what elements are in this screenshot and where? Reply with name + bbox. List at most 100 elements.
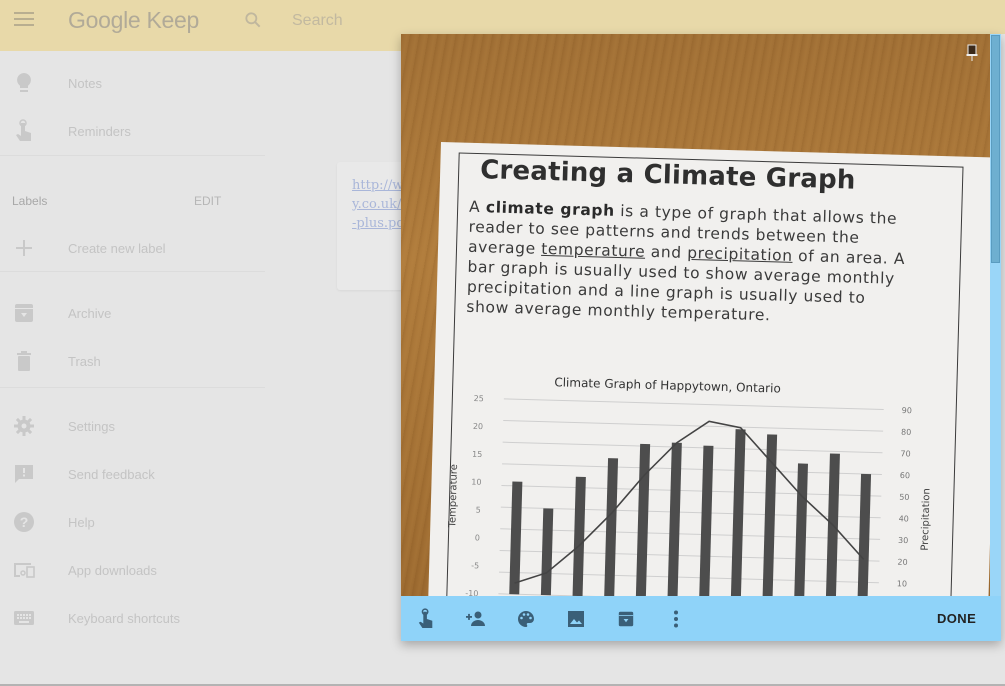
y2-tick-label: 50 bbox=[899, 493, 909, 502]
y-tick-label: 15 bbox=[472, 450, 482, 459]
sidebar-item-label: Trash bbox=[68, 353, 101, 369]
collaborator-button[interactable] bbox=[464, 607, 488, 631]
lightbulb-icon bbox=[12, 71, 36, 95]
y-tick-label: 20 bbox=[473, 422, 483, 431]
top-bar-right bbox=[945, 0, 1005, 34]
add-image-button[interactable] bbox=[564, 607, 588, 631]
sidebar-item-notes[interactable]: Notes bbox=[0, 63, 280, 103]
sidebar-divider bbox=[0, 387, 265, 388]
y2-tick-label: 10 bbox=[897, 579, 907, 588]
y2-tick-label: 80 bbox=[901, 428, 911, 437]
sidebar-item-label: Send feedback bbox=[68, 466, 155, 482]
y2-tick-label: 20 bbox=[897, 558, 907, 567]
scrollbar-thumb[interactable] bbox=[991, 35, 1000, 263]
done-button[interactable]: DONE bbox=[937, 611, 976, 626]
sidebar-item-label: Keyboard shortcuts bbox=[68, 610, 181, 626]
y-axis-label: Temperature bbox=[447, 464, 460, 529]
archive-icon bbox=[618, 611, 634, 627]
gridline bbox=[503, 420, 884, 432]
feedback-icon bbox=[12, 462, 36, 486]
archive-icon bbox=[12, 301, 36, 325]
gridline bbox=[498, 571, 879, 584]
gridline bbox=[502, 463, 882, 475]
note-toolbar: DONE bbox=[401, 596, 1001, 641]
sidebar-item-archive[interactable]: Archive bbox=[0, 293, 280, 333]
gridline bbox=[500, 528, 881, 540]
precipitation-bar bbox=[509, 481, 523, 595]
precipitation-bar bbox=[540, 508, 554, 596]
y-tick-label: 0 bbox=[475, 533, 480, 542]
labels-heading: Labels bbox=[12, 194, 48, 208]
sidebar-item-settings[interactable]: Settings bbox=[0, 406, 280, 446]
sidebar-item-label: Reminders bbox=[68, 123, 131, 139]
open-note-dialog: Creating a Climate Graph A climate graph… bbox=[401, 34, 1001, 641]
sidebar-item-label: Notes bbox=[68, 75, 102, 91]
y2-axis-label: Precipitation bbox=[920, 488, 933, 551]
sidebar-item-label: Archive bbox=[68, 305, 112, 321]
sidebar: Notes Reminders Labels EDIT Create new l… bbox=[0, 51, 280, 686]
sidebar-item-reminders[interactable]: Reminders bbox=[0, 111, 280, 151]
gridline bbox=[502, 441, 883, 454]
devices-icon bbox=[12, 558, 36, 582]
gridline bbox=[501, 484, 882, 497]
sidebar-item-label: Help bbox=[68, 514, 95, 530]
add-person-icon bbox=[466, 611, 485, 626]
sidebar-divider bbox=[0, 155, 265, 156]
archive-button[interactable] bbox=[614, 607, 638, 631]
y2-tick-label: 30 bbox=[898, 536, 908, 545]
temperature-line bbox=[514, 420, 865, 584]
edit-labels-button[interactable]: EDIT bbox=[194, 194, 221, 208]
note-scrollbar[interactable] bbox=[990, 34, 1001, 596]
y-tick-label: 10 bbox=[471, 478, 481, 487]
sidebar-item-label: Create new label bbox=[68, 240, 166, 256]
create-label-button[interactable]: Create new label bbox=[0, 228, 280, 268]
gear-icon bbox=[12, 414, 36, 438]
pin-icon[interactable] bbox=[966, 44, 978, 62]
sidebar-item-app-downloads[interactable]: App downloads bbox=[0, 550, 280, 590]
y-tick-label: -5 bbox=[471, 561, 479, 570]
sidebar-item-send-feedback[interactable]: Send feedback bbox=[0, 454, 280, 494]
climate-chart: 90807060504030201002520151050-5-10JanFeb… bbox=[447, 394, 933, 596]
reminder-finger-icon bbox=[12, 119, 36, 143]
y2-tick-label: 40 bbox=[899, 514, 909, 523]
remind-me-button[interactable] bbox=[414, 607, 438, 631]
plus-icon bbox=[12, 236, 36, 260]
more-button[interactable] bbox=[664, 607, 688, 631]
sidebar-item-label: App downloads bbox=[68, 562, 157, 578]
keep-app: Google Keep Notes Reminders Labels EDIT … bbox=[0, 0, 1005, 686]
y-tick-label: 5 bbox=[476, 506, 481, 515]
svg-text:?: ? bbox=[20, 514, 29, 530]
y-tick-label: -10 bbox=[465, 589, 478, 596]
palette-icon bbox=[518, 611, 534, 627]
gridline bbox=[503, 398, 884, 410]
trash-icon bbox=[12, 349, 36, 373]
more-vert-icon bbox=[674, 610, 678, 628]
reminder-finger-icon bbox=[418, 608, 433, 628]
keyboard-icon bbox=[12, 606, 36, 630]
gridline bbox=[499, 549, 880, 562]
search-icon[interactable] bbox=[243, 10, 263, 30]
search-input[interactable] bbox=[292, 8, 692, 34]
precipitation-bar bbox=[794, 463, 808, 596]
sidebar-item-help[interactable]: ? Help bbox=[0, 502, 280, 542]
sidebar-divider bbox=[0, 271, 265, 272]
y2-tick-label: 90 bbox=[902, 406, 912, 415]
precipitation-bar bbox=[635, 443, 651, 596]
y2-tick-label: 60 bbox=[900, 471, 910, 480]
worksheet-photo: Creating a Climate Graph A climate graph… bbox=[426, 142, 990, 596]
sidebar-item-trash[interactable]: Trash bbox=[0, 341, 280, 381]
y-tick-label: 25 bbox=[474, 394, 484, 403]
help-icon: ? bbox=[12, 510, 36, 534]
precipitation-bar bbox=[572, 476, 586, 596]
main-menu-icon[interactable] bbox=[14, 12, 34, 28]
precipitation-bar bbox=[699, 445, 714, 596]
change-color-button[interactable] bbox=[514, 607, 538, 631]
app-logo: Google Keep bbox=[68, 7, 199, 33]
note-image[interactable]: Creating a Climate Graph A climate graph… bbox=[401, 34, 990, 596]
precipitation-bar bbox=[857, 473, 872, 596]
image-icon bbox=[568, 611, 584, 627]
y2-tick-label: 70 bbox=[900, 449, 910, 458]
sidebar-item-keyboard-shortcuts[interactable]: Keyboard shortcuts bbox=[0, 598, 280, 638]
sidebar-item-label: Settings bbox=[68, 418, 115, 434]
precipitation-bar bbox=[730, 429, 746, 596]
